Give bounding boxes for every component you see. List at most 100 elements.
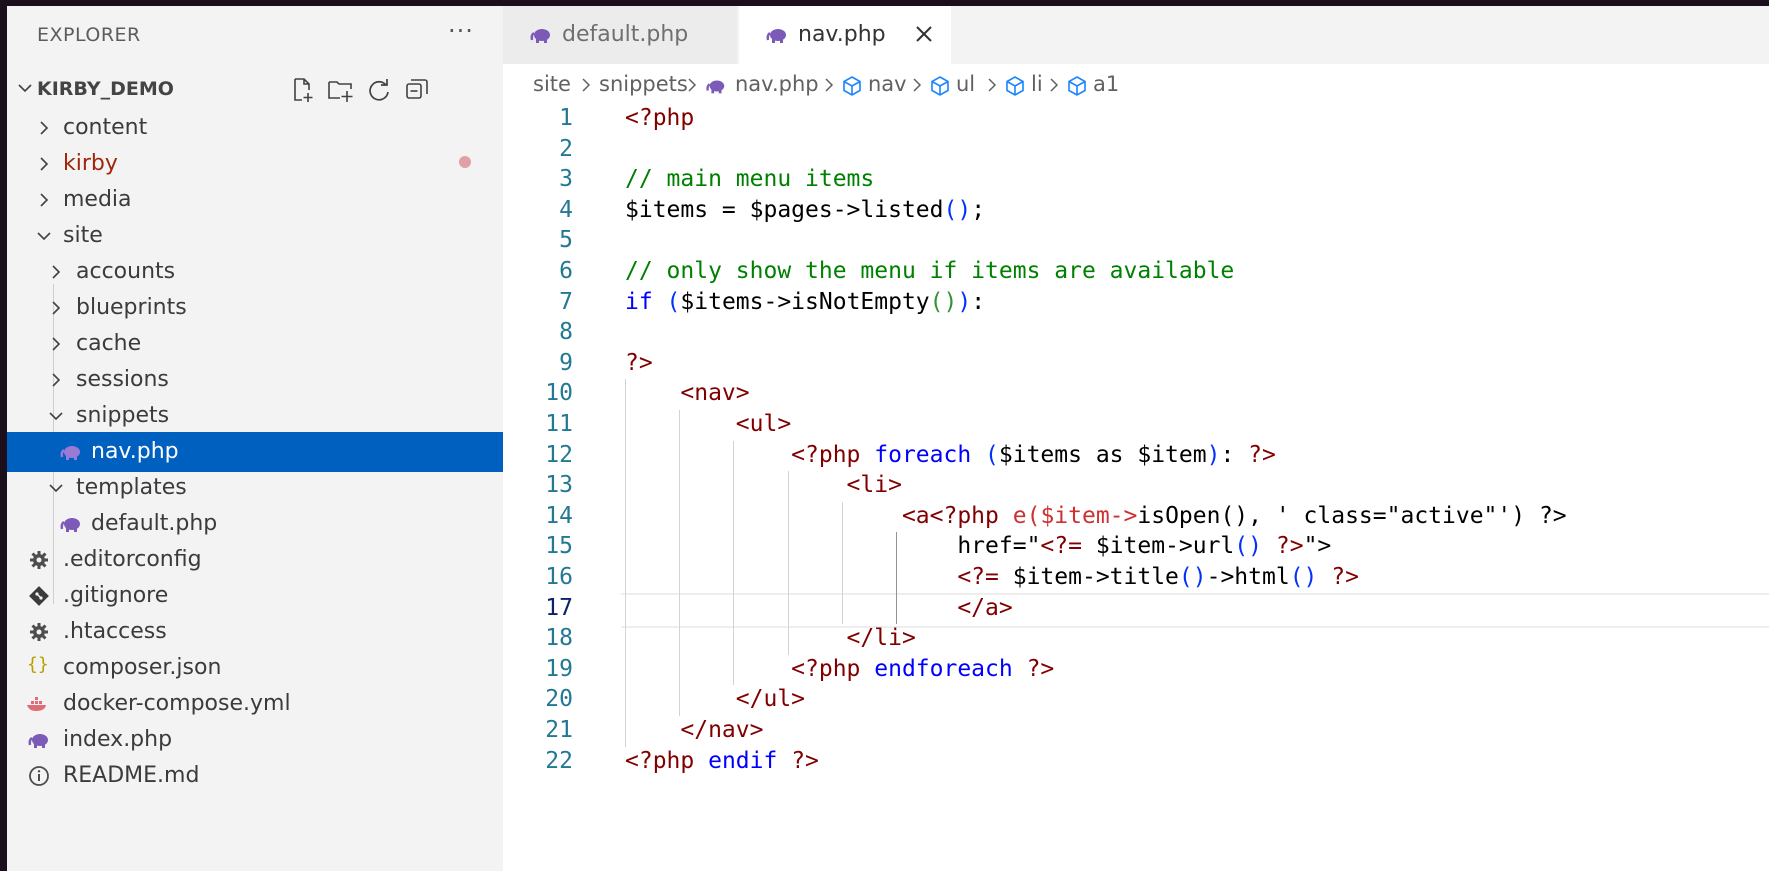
line-number: 14 [545,502,573,529]
line-number: 8 [559,319,573,346]
code-editor[interactable]: 1 <?php 2 3 // main menu items 4 $items = $pag… [503,104,1769,871]
tree-item-nav-php[interactable]: nav.php [7,432,503,472]
breadcrumb-ul[interactable]: ul [956,72,975,96]
close-icon[interactable] [909,19,939,49]
code-line[interactable]: 2 [503,135,1769,169]
tree-item-sessions[interactable]: sessions [7,360,503,400]
code-token: ?> [1331,564,1359,590]
code-text: </ul> [625,686,805,712]
code-line[interactable]: 18 </li> [503,624,1769,658]
code-line[interactable]: 17 </a> [503,594,1769,628]
breadcrumb-li[interactable]: li [1031,72,1043,96]
line-number: 2 [559,135,573,162]
code-line[interactable]: 16 <?= $item->title()->html() ?> [503,563,1769,597]
tree-item-composer-json[interactable]: {} composer.json [7,648,503,688]
tree-item-site[interactable]: site [7,216,503,256]
tree-item-accounts[interactable]: accounts [7,252,503,292]
indent-guide [733,440,735,686]
breadcrumb-site[interactable]: site [533,72,571,96]
tree-item-templates[interactable]: templates [7,468,503,508]
explorer-header: EXPLORER ··· [7,6,503,64]
tab-bar: default.php nav.php [503,6,1769,64]
code-line[interactable]: 9 ?> [503,349,1769,383]
code-text: href="<?= $item->url() ?>"> [625,533,1331,559]
breadcrumb-snippets[interactable]: snippets [599,72,688,96]
code-token: "> [1303,533,1332,560]
code-token: ) [957,288,972,315]
line-number: 13 [545,472,573,499]
code-line[interactable]: 15 href="<?= $item->url() ?>"> [503,532,1769,566]
code-line[interactable]: 12 <?php foreach ($items as $item): ?> [503,441,1769,475]
tree-item-readme[interactable]: README.md [7,756,503,796]
breadcrumb-nav-php[interactable]: nav.php [735,72,819,96]
tree-item-default-php[interactable]: default.php [7,504,503,544]
indent-guide [625,379,626,747]
tree-item-snippets[interactable]: snippets [7,396,503,436]
tree-item-index-php[interactable]: index.php [7,720,503,760]
tree-item-label: .htaccess [63,619,167,644]
code-line[interactable]: 21 </nav> [503,716,1769,750]
code-line[interactable]: 10 <nav> [503,379,1769,413]
tree-item-label: kirby [63,151,118,176]
tab-default-php[interactable]: default.php [503,6,737,64]
line-number: 18 [545,625,573,652]
new-folder-icon[interactable] [327,76,355,104]
more-actions-icon[interactable]: ··· [448,17,474,45]
chevron-right-icon [40,193,49,207]
code-line[interactable]: 13 <li> [503,471,1769,505]
collapse-all-icon[interactable] [403,76,431,104]
tree-item-media[interactable]: media [7,180,503,220]
code-text: ?> [625,350,653,376]
code-token: ( [666,288,681,315]
tree-item-content[interactable]: content [7,108,503,148]
tree-item-docker-compose[interactable]: docker-compose.yml [7,684,503,724]
docker-whale-icon [27,697,46,711]
project-root[interactable]: KIRBY_DEMO [7,68,503,108]
code-line[interactable]: 22 <?php endif ?> [503,747,1769,781]
tree-item-label: docker-compose.yml [63,691,291,716]
chevron-right-icon [40,157,49,171]
tree-item-cache[interactable]: cache [7,324,503,364]
chevron-right-icon [913,78,922,92]
tree-item-htaccess[interactable]: .htaccess [7,612,503,652]
tree-item-kirby[interactable]: kirby [7,144,503,184]
code-line[interactable]: 7 if ($items->isNotEmpty()): [503,288,1769,322]
code-line[interactable]: 1 <?php [503,104,1769,138]
breadcrumb-nav[interactable]: nav [868,72,907,96]
tree-item-blueprints[interactable]: blueprints [7,288,503,328]
code-line[interactable]: 6 // only show the menu if items are avai… [503,257,1769,291]
tree-item-label: .gitignore [63,583,169,608]
chevron-down-icon [49,484,63,493]
tree-item-label: blueprints [76,295,187,320]
php-elephant-icon [60,446,80,460]
indent-guide [787,471,789,655]
tab-nav-php[interactable]: nav.php [739,6,951,64]
code-line[interactable]: 8 [503,318,1769,352]
code-line[interactable]: 20 </ul> [503,685,1769,719]
code-token: <?php [625,747,709,774]
code-line[interactable]: 11 <ul> [503,410,1769,444]
code-text: <?php endforeach ?> [625,656,1054,682]
tree-item-gitignore[interactable]: .gitignore [7,576,503,616]
code-line[interactable]: 3 // main menu items [503,165,1769,199]
code-token: if [625,288,667,315]
new-file-icon[interactable] [289,76,317,104]
git-icon [29,586,49,606]
code-token: ; [971,196,986,223]
tree-item-editorconfig[interactable]: .editorconfig [7,540,503,580]
symbol-box-icon [931,76,949,96]
gear-icon [30,551,48,569]
tree-item-label: site [63,223,103,248]
line-number: 5 [559,227,573,254]
tab-label: default.php [562,22,689,47]
code-line[interactable]: 19 <?php endforeach ?> [503,655,1769,689]
line-number: 22 [545,747,573,774]
code-line[interactable]: 14 <a<?php e($item->isOpen(), ' class="a… [503,502,1769,536]
code-line[interactable]: 5 [503,226,1769,260]
breadcrumb-a1[interactable]: a1 [1093,72,1119,96]
code-token: <?php [625,441,875,468]
php-elephant-icon [530,29,550,43]
code-line[interactable]: 4 $items = $pages->listed(); [503,196,1769,230]
refresh-icon[interactable] [365,76,393,104]
